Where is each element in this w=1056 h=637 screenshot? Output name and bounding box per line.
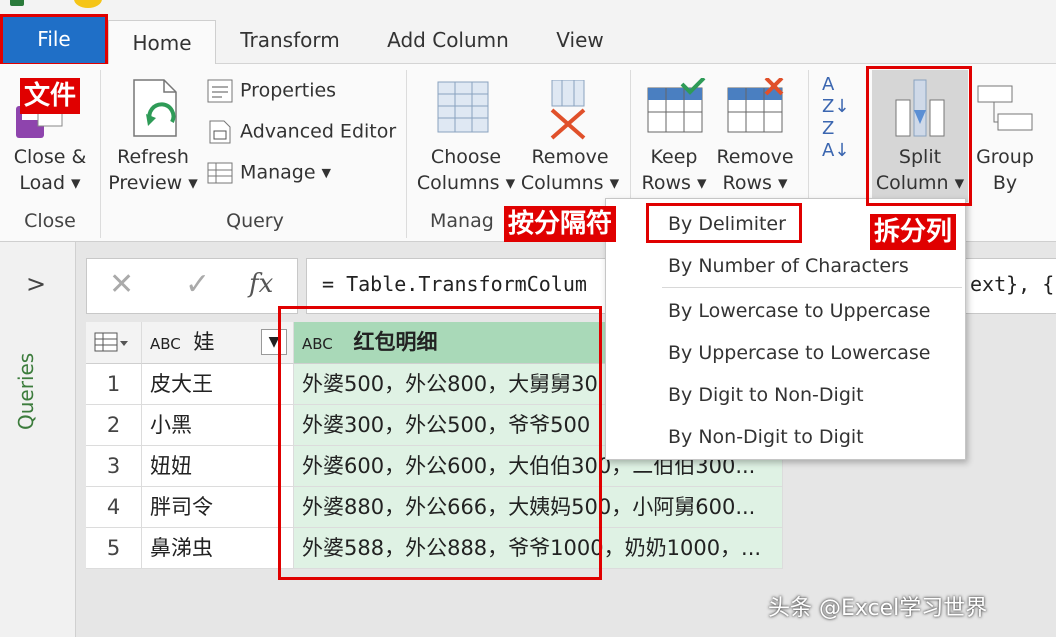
table-cell[interactable]: 妞妞: [142, 446, 294, 487]
tab-file[interactable]: File: [0, 14, 108, 66]
highlight-by-delimiter: [646, 203, 802, 243]
menu-separator: [662, 287, 962, 288]
table-cell[interactable]: 小黑: [142, 405, 294, 446]
advanced-editor-button[interactable]: Advanced Editor: [206, 119, 396, 145]
fx-icon[interactable]: fx: [249, 269, 273, 299]
queries-pane: [0, 242, 76, 637]
group-label-query: Query: [226, 210, 284, 232]
annotation-split-column: 拆分列: [870, 214, 957, 250]
menu-item-lower-to-upper[interactable]: By Lowercase to Uppercase: [668, 300, 930, 322]
highlight-split-column: [866, 66, 972, 206]
tab-add-column[interactable]: Add Column: [380, 16, 516, 64]
close-load-label-2: Load ▾: [19, 172, 81, 194]
highlight-detail-column: [278, 306, 602, 580]
keep-rows-label-1: Keep: [650, 146, 698, 168]
tab-view[interactable]: View: [548, 16, 612, 64]
sort-ascending-icon: A Z↓: [822, 74, 850, 117]
refresh-label-2: Preview ▾: [108, 172, 198, 194]
table-cell[interactable]: 鼻涕虫: [142, 528, 294, 569]
manage-button[interactable]: Manage ▾: [206, 160, 331, 186]
table-menu-button[interactable]: [86, 322, 142, 364]
menu-item-by-number-of-characters[interactable]: By Number of Characters: [668, 255, 909, 277]
advanced-editor-label: Advanced Editor: [240, 120, 397, 143]
title-strip: [0, 0, 1056, 16]
keep-rows-icon: [647, 78, 706, 133]
table-cell[interactable]: 胖司令: [142, 487, 294, 528]
column-header-label: 娃: [193, 330, 215, 354]
choose-columns-icon: [437, 81, 489, 133]
formula-controls: ✕ ✓ fx: [86, 258, 298, 314]
column-type-icon: ABC: [150, 335, 181, 353]
column-header-name[interactable]: ABC 娃 ▼: [142, 322, 294, 364]
properties-icon: [207, 79, 233, 103]
expand-queries-button[interactable]: >: [26, 270, 46, 298]
row-number: 4: [86, 487, 142, 528]
remove-columns-label-1: Remove: [531, 146, 609, 168]
close-load-label-1: Close &: [13, 146, 87, 168]
row-number: 1: [86, 364, 142, 405]
advanced-editor-icon: [209, 120, 231, 144]
remove-rows-label-2: Rows ▾: [722, 172, 788, 194]
annotation-file: 文件: [20, 78, 81, 114]
remove-rows-icon: [727, 78, 784, 133]
group-by-icon: [977, 85, 1033, 131]
formula-text: = Table.TransformColum: [322, 272, 587, 296]
annotation-by-delimiter: 按分隔符: [504, 206, 617, 242]
row-number: 3: [86, 446, 142, 487]
table-icon: [94, 332, 128, 352]
formula-text-tail: ext}, {: [970, 272, 1055, 296]
group-by-label-1: Group: [976, 146, 1034, 168]
properties-button[interactable]: Properties: [206, 78, 336, 104]
sort-descending-button[interactable]: Z A↓: [822, 118, 849, 162]
group-label-close: Close: [24, 210, 76, 232]
menu-item-nondigit-to-digit[interactable]: By Non-Digit to Digit: [668, 426, 864, 448]
smiley-icon: [74, 0, 102, 8]
row-number: 2: [86, 405, 142, 446]
refresh-label-1: Refresh: [117, 146, 189, 168]
manage-icon: [207, 162, 233, 184]
properties-label: Properties: [240, 79, 337, 102]
choose-columns-label-1: Choose: [430, 146, 502, 168]
queries-pane-label: Queries: [14, 352, 38, 430]
sort-ascending-button[interactable]: A Z↓: [822, 74, 849, 118]
choose-columns-label-2: Columns ▾: [416, 172, 516, 194]
menu-item-upper-to-lower[interactable]: By Uppercase to Lowercase: [668, 342, 930, 364]
confirm-formula-icon[interactable]: ✓: [185, 267, 210, 302]
group-separator: [406, 70, 407, 238]
row-number: 5: [86, 528, 142, 569]
manage-label: Manage ▾: [240, 161, 332, 184]
group-label-manage: Manag: [430, 210, 494, 232]
tab-transform[interactable]: Transform: [232, 16, 348, 64]
keep-rows-label-2: Rows ▾: [641, 172, 707, 194]
tab-home[interactable]: Home: [108, 20, 216, 66]
table-cell[interactable]: 皮大王: [142, 364, 294, 405]
remove-columns-label-2: Columns ▾: [520, 172, 620, 194]
group-by-label-2: By: [992, 172, 1018, 194]
remove-columns-icon: [550, 80, 586, 140]
watermark: 头条 @Excel学习世界: [768, 596, 988, 621]
remove-rows-label-1: Remove: [716, 146, 794, 168]
cancel-formula-icon[interactable]: ✕: [109, 267, 134, 302]
menu-item-digit-to-nondigit[interactable]: By Digit to Non-Digit: [668, 384, 864, 406]
sort-descending-icon: Z A↓: [822, 118, 850, 161]
group-separator: [100, 70, 101, 238]
refresh-icon: [133, 79, 177, 137]
app-icon: [10, 0, 24, 6]
